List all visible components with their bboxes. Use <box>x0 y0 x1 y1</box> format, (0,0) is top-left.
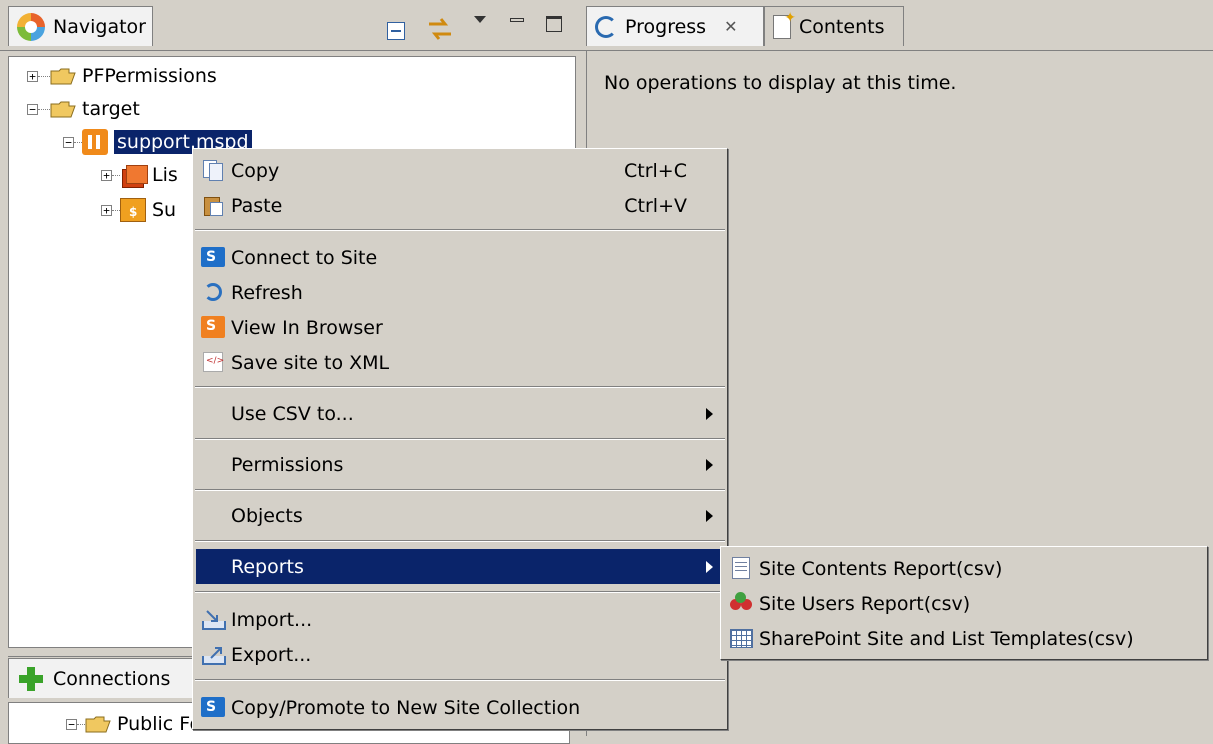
tree-item-target[interactable]: − target <box>27 95 140 123</box>
menu-item-copy[interactable]: Copy Ctrl+C <box>193 153 727 188</box>
grid-icon <box>729 626 753 650</box>
menu-item-view-in-browser[interactable]: S View In Browser <box>193 310 727 345</box>
collapse-toggle[interactable]: − <box>63 136 74 148</box>
tab-progress[interactable]: Progress ✕ <box>586 6 764 46</box>
menu-separator <box>195 438 725 440</box>
copy-icon <box>201 158 225 182</box>
expand-toggle[interactable]: + <box>101 169 112 181</box>
menu-item-save-site-to-xml[interactable]: </> Save site to XML <box>193 345 727 380</box>
tab-connections[interactable]: Connections <box>8 658 198 698</box>
tree-item-label: Lis <box>152 164 178 186</box>
context-menu: Copy Ctrl+C Paste Ctrl+V S Connect to Si… <box>192 148 728 730</box>
menu-item-export[interactable]: Export... <box>193 637 727 672</box>
reports-submenu: Site Contents Report(csv) Site Users Rep… <box>720 546 1208 660</box>
users-icon <box>729 591 753 615</box>
link-with-editor-icon[interactable] <box>425 16 455 42</box>
folder-open-icon <box>50 100 76 118</box>
collapse-toggle[interactable]: − <box>66 718 77 730</box>
submenu-arrow-icon <box>706 458 713 471</box>
collapse-toggle[interactable]: − <box>27 103 38 115</box>
export-icon <box>201 642 226 666</box>
menu-item-permissions[interactable]: Permissions <box>193 447 727 482</box>
minimize-icon[interactable] <box>510 18 524 22</box>
document-icon <box>729 556 753 580</box>
menu-item-refresh[interactable]: Refresh <box>193 275 727 310</box>
menu-item-use-csv[interactable]: Use CSV to... <box>193 396 727 431</box>
tab-navigator[interactable]: Navigator <box>8 6 153 46</box>
browser-icon: S <box>201 315 225 339</box>
plus-icon <box>17 665 45 693</box>
contents-icon: ✦ <box>773 10 796 39</box>
paste-icon <box>201 193 225 217</box>
xml-icon: </> <box>201 350 225 374</box>
progress-message: No operations to display at this time. <box>604 72 957 94</box>
lists-icon <box>120 163 148 188</box>
tab-navigator-label: Navigator <box>53 15 146 38</box>
menu-separator <box>195 679 725 681</box>
navigator-icon <box>17 12 45 41</box>
folder-icon <box>50 67 76 85</box>
progress-icon <box>595 15 617 38</box>
tree-item-label: PFPermissions <box>82 65 217 87</box>
sharepoint-icon: S <box>201 245 225 269</box>
menu-separator <box>195 386 725 388</box>
tree-item-label: Su <box>152 199 177 221</box>
tree-item-label: target <box>82 98 140 120</box>
tree-item-lists[interactable]: + Lis <box>101 161 178 189</box>
submenu-item-site-contents-report[interactable]: Site Contents Report(csv) <box>721 551 1207 586</box>
menu-item-objects[interactable]: Objects <box>193 498 727 533</box>
tree-item-pfpermissions[interactable]: + PFPermissions <box>27 62 217 90</box>
collapse-all-icon[interactable] <box>387 22 405 40</box>
menu-item-paste[interactable]: Paste Ctrl+V <box>193 188 727 223</box>
menu-item-reports[interactable]: Reports <box>196 549 724 584</box>
submenu-arrow-icon <box>706 407 713 420</box>
tab-contents[interactable]: ✦ Contents <box>764 6 904 46</box>
folder-icon <box>85 715 111 733</box>
tab-connections-label: Connections <box>53 667 171 690</box>
subsites-icon: $ <box>120 198 146 222</box>
submenu-arrow-icon <box>706 560 713 573</box>
submenu-arrow-icon <box>706 509 713 522</box>
menu-separator <box>195 591 725 593</box>
maximize-icon[interactable] <box>546 16 562 32</box>
submenu-item-templates-report[interactable]: SharePoint Site and List Templates(csv) <box>721 621 1207 656</box>
expand-toggle[interactable]: + <box>27 70 38 82</box>
menu-item-copy-promote[interactable]: S Copy/Promote to New Site Collection <box>193 690 727 725</box>
refresh-icon <box>201 280 225 304</box>
menu-separator <box>195 540 725 542</box>
tab-contents-label: Contents <box>799 15 885 38</box>
close-icon[interactable]: ✕ <box>724 17 737 36</box>
site-icon <box>82 129 108 155</box>
expand-toggle[interactable]: + <box>101 204 112 216</box>
tab-progress-label: Progress <box>625 15 707 38</box>
submenu-item-site-users-report[interactable]: Site Users Report(csv) <box>721 586 1207 621</box>
menu-item-connect-to-site[interactable]: S Connect to Site <box>193 240 727 275</box>
import-icon <box>201 607 226 631</box>
sharepoint-icon: S <box>201 695 225 719</box>
menu-separator <box>195 489 725 491</box>
menu-item-import[interactable]: Import... <box>193 602 727 637</box>
tree-item-subsites[interactable]: + $ Su <box>101 196 176 224</box>
menu-separator <box>195 229 725 231</box>
view-menu-icon[interactable] <box>474 16 486 23</box>
